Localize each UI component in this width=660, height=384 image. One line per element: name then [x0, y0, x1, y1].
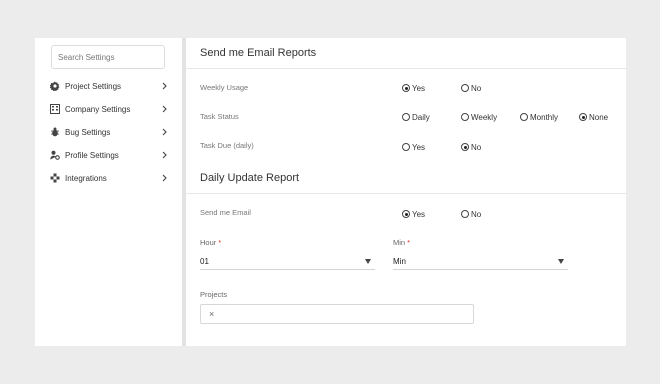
- min-value: Min: [393, 257, 406, 266]
- settings-sidebar: Project Settings Company Settings Bug Se…: [35, 38, 182, 346]
- sidebar-item-bug-settings[interactable]: Bug Settings: [49, 125, 169, 139]
- min-label-text: Min: [393, 238, 406, 247]
- building-icon: [49, 104, 60, 115]
- radio-label: None: [589, 112, 609, 122]
- caret-down-icon: [558, 259, 564, 264]
- radio-label: Monthly: [530, 112, 559, 122]
- task-due-label: Task Due (daily): [200, 141, 254, 150]
- projects-multiselect[interactable]: ×: [200, 304, 474, 324]
- task-due-yes-radio[interactable]: Yes: [402, 141, 425, 153]
- min-select[interactable]: Min: [393, 254, 568, 270]
- chevron-right-icon: [161, 82, 169, 90]
- task-status-monthly-radio[interactable]: Monthly: [520, 111, 558, 123]
- sidebar-item-integrations[interactable]: Integrations: [49, 171, 169, 185]
- settings-main: Send me Email Reports Weekly Usage Yes N…: [186, 38, 626, 346]
- weekly-usage-no-radio[interactable]: No: [461, 82, 481, 94]
- radio-circle: [402, 210, 410, 218]
- min-label: Min *: [393, 238, 410, 247]
- sidebar-item-label: Bug Settings: [65, 127, 111, 137]
- send-email-no-radio[interactable]: No: [461, 208, 481, 220]
- daily-update-title: Daily Update Report: [200, 172, 300, 184]
- radio-label: Yes: [412, 209, 426, 219]
- hour-select[interactable]: 01: [200, 254, 375, 270]
- sidebar-item-project-settings[interactable]: Project Settings: [49, 79, 169, 93]
- required-mark: *: [407, 238, 411, 247]
- hour-label-text: Hour: [200, 238, 217, 247]
- radio-label: No: [471, 209, 482, 219]
- weekly-usage-yes-radio[interactable]: Yes: [402, 82, 425, 94]
- sidebar-item-label: Integrations: [65, 173, 107, 183]
- radio-circle: [579, 113, 587, 121]
- radio-label: Daily: [412, 112, 430, 122]
- sidebar-item-profile-settings[interactable]: Profile Settings: [49, 148, 169, 162]
- send-email-yes-radio[interactable]: Yes: [402, 208, 425, 220]
- radio-label: No: [471, 83, 482, 93]
- radio-circle: [461, 113, 469, 121]
- radio-circle: [461, 84, 469, 92]
- chevron-right-icon: [161, 128, 169, 136]
- radio-label: No: [471, 142, 482, 152]
- radio-label: Yes: [412, 83, 426, 93]
- caret-down-icon: [365, 259, 371, 264]
- settings-card: Project Settings Company Settings Bug Se…: [35, 38, 626, 346]
- radio-circle: [461, 210, 469, 218]
- radio-label: Weekly: [471, 112, 498, 122]
- task-status-weekly-radio[interactable]: Weekly: [461, 111, 497, 123]
- radio-circle: [402, 84, 410, 92]
- task-status-label: Task Status: [200, 112, 239, 121]
- sidebar-item-label: Profile Settings: [65, 150, 119, 160]
- clear-icon[interactable]: ×: [209, 309, 214, 319]
- section-divider: [186, 193, 626, 194]
- puzzle-icon: [49, 173, 60, 184]
- projects-label: Projects: [200, 290, 228, 299]
- email-reports-title: Send me Email Reports: [200, 47, 317, 59]
- radio-circle: [520, 113, 528, 121]
- radio-circle: [402, 143, 410, 151]
- task-status-daily-radio[interactable]: Daily: [402, 111, 430, 123]
- chevron-right-icon: [161, 105, 169, 113]
- sidebar-item-label: Company Settings: [65, 104, 131, 114]
- hour-value: 01: [200, 257, 209, 266]
- radio-circle: [402, 113, 410, 121]
- sidebar-item-company-settings[interactable]: Company Settings: [49, 102, 169, 116]
- search-settings-input[interactable]: [51, 45, 165, 69]
- send-email-label: Send me Email: [200, 208, 251, 217]
- task-due-no-radio[interactable]: No: [461, 141, 481, 153]
- radio-circle: [461, 143, 469, 151]
- radio-label: Yes: [412, 142, 426, 152]
- task-status-none-radio[interactable]: None: [579, 111, 608, 123]
- section-divider: [186, 68, 626, 69]
- hour-label: Hour *: [200, 238, 221, 247]
- bug-icon: [49, 127, 60, 138]
- user-settings-icon: [49, 150, 60, 161]
- required-mark: *: [218, 238, 222, 247]
- gear-icon: [49, 81, 60, 92]
- chevron-right-icon: [161, 174, 169, 182]
- sidebar-item-label: Project Settings: [65, 81, 122, 91]
- chevron-right-icon: [161, 151, 169, 159]
- weekly-usage-label: Weekly Usage: [200, 83, 249, 92]
